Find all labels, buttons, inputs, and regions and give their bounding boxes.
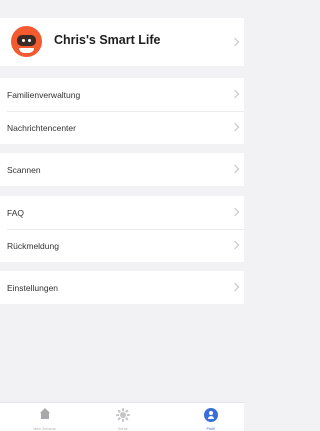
- tab-scene[interactable]: Szene: [82, 403, 163, 431]
- tab-label: Szene: [117, 426, 128, 431]
- menu-item-label: Scannen: [7, 164, 41, 175]
- avatar: [11, 26, 42, 57]
- menu-item-einstellungen[interactable]: Einstellungen: [0, 271, 244, 304]
- profile-header[interactable]: Chris's Smart Life: [0, 18, 244, 66]
- robot-avatar-icon: [17, 35, 36, 46]
- sun-icon: [115, 408, 130, 422]
- menu-item-familienverwaltung[interactable]: Familienverwaltung: [0, 78, 244, 111]
- chevron-right-icon: [230, 37, 240, 47]
- tab-home[interactable]: Mein Zuhause: [4, 403, 85, 431]
- profile-screen: Chris's Smart Life Familienverwaltung Na…: [0, 0, 244, 431]
- profile-name: Chris's Smart Life: [54, 33, 161, 47]
- menu-item-faq[interactable]: FAQ: [0, 196, 244, 229]
- bottom-tab-bar: Mein Zuhause Szene Profil: [0, 402, 244, 431]
- tab-label: Mein Zuhause: [33, 426, 56, 431]
- menu-group-scan: Scannen: [0, 153, 244, 186]
- menu-item-label: Familienverwaltung: [7, 89, 81, 100]
- menu-item-nachrichtencenter[interactable]: Nachrichtencenter: [0, 111, 244, 144]
- home-icon: [38, 408, 52, 422]
- chevron-right-icon: [230, 89, 240, 99]
- menu-group-help: FAQ Rückmeldung: [0, 196, 244, 262]
- menu-item-label: Rückmeldung: [7, 240, 59, 251]
- chevron-right-icon: [230, 240, 240, 250]
- profile-icon: [203, 408, 218, 422]
- menu-item-rueckmeldung[interactable]: Rückmeldung: [0, 229, 244, 262]
- menu-group-settings: Einstellungen: [0, 271, 244, 304]
- chevron-right-icon: [230, 207, 240, 217]
- menu-item-label: Nachrichtencenter: [7, 122, 76, 133]
- tab-label: Profil: [206, 426, 215, 431]
- menu-item-label: FAQ: [7, 207, 25, 218]
- tab-profile[interactable]: Profil: [170, 403, 251, 431]
- menu-group-family: Familienverwaltung Nachrichtencenter: [0, 78, 244, 144]
- chevron-right-icon: [230, 164, 240, 174]
- menu-item-label: Einstellungen: [7, 282, 59, 293]
- chevron-right-icon: [230, 282, 240, 292]
- menu-item-scannen[interactable]: Scannen: [0, 153, 244, 186]
- chevron-right-icon: [230, 122, 240, 132]
